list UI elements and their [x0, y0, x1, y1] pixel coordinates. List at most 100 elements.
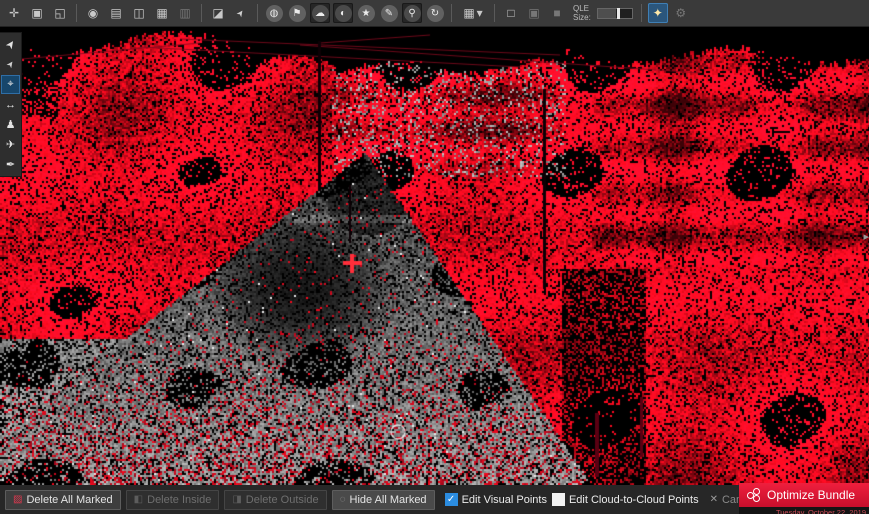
toolbar-separator: [641, 4, 642, 22]
pan-icon: ✛: [9, 6, 19, 20]
paint-select-tool-button[interactable]: ✒: [1, 155, 20, 174]
hide-all-icon: ◌: [340, 495, 346, 505]
edit-visual-points-label: Edit Visual Points: [462, 494, 547, 506]
delete-inside-label: Delete Inside: [147, 494, 211, 506]
edit-cloud-to-cloud-checkbox[interactable]: Edit Cloud-to-Cloud Points: [552, 493, 699, 506]
view-mode-dropdown[interactable]: ▦▾: [458, 3, 488, 23]
zoom-window-button[interactable]: ◱: [50, 3, 70, 23]
edit-visual-points-checkbox[interactable]: ✓ Edit Visual Points: [445, 493, 547, 506]
toolbar-separator: [494, 4, 495, 22]
orbit-icon: ↻: [427, 5, 444, 22]
left-tool-palette: ➤ ➤ ⌖ ↔ ♟ ✈ ✒: [0, 33, 21, 176]
viewport: ➤ ➤ ⌖ ↔ ♟ ✈ ✒ ▸: [0, 27, 869, 485]
cloud-button[interactable]: ☁: [310, 3, 330, 23]
fly-navigation-tool-button[interactable]: ✈: [1, 135, 20, 154]
eraser-cursor-button[interactable]: ➤: [231, 3, 251, 23]
pick-points-tool-button[interactable]: ➤: [1, 55, 20, 74]
eraser-button[interactable]: ◪: [208, 3, 228, 23]
panel-expand-chevron[interactable]: ▸: [863, 232, 869, 243]
point-cloud-editor-window: ✛ ▣ ◱ ◉ ▤ ◫ ▦ ▥ ◪ ➤ ◍ ⚑ ☁ ◐ ★ ✎ ⚲ ↻ ▦▾ □…: [0, 0, 869, 514]
toolbar-separator: [451, 4, 452, 22]
orbit-button[interactable]: ↻: [425, 3, 445, 23]
cube-solid-button[interactable]: ■: [547, 3, 567, 23]
eraser-cursor-icon: ➤: [234, 7, 247, 19]
settings-button[interactable]: ⚙: [671, 3, 691, 23]
fly-plane-icon: ✈: [6, 138, 15, 151]
star-icon: ★: [358, 5, 375, 22]
status-date-text: Tuesday, October 22, 2019: [739, 507, 869, 514]
delete-outside-label: Delete Outside: [246, 494, 319, 506]
globe-icon: ◍: [266, 5, 283, 22]
cancel-x-icon: ✕: [710, 494, 718, 505]
grid-view-button[interactable]: ▦: [152, 3, 172, 23]
camera-icon: ◉: [88, 6, 98, 20]
grid-view-icon: ▦: [156, 6, 167, 20]
distance-icon: ↔: [5, 99, 16, 111]
toolbar-separator: [201, 4, 202, 22]
measure-distance-tool-button[interactable]: ↔: [1, 95, 20, 114]
hide-all-label: Hide All Marked: [350, 494, 427, 506]
cloud-icon: ☁: [312, 5, 329, 22]
tag-button[interactable]: ⚑: [287, 3, 307, 23]
delete-outside-icon: ◨: [232, 495, 241, 505]
point-cloud-canvas[interactable]: [0, 27, 869, 485]
sphere-paint-button[interactable]: ◐: [333, 3, 353, 23]
tag-icon: ⚑: [289, 5, 306, 22]
pick-cursor-icon: ➤: [4, 58, 17, 70]
star-button[interactable]: ★: [356, 3, 376, 23]
chevron-right-icon: ▸: [863, 231, 869, 243]
hide-all-marked-button[interactable]: ◌ Hide All Marked: [332, 490, 435, 510]
caret-down-icon: ▾: [477, 6, 483, 20]
split-view-button[interactable]: ◫: [129, 3, 149, 23]
pin-icon: ⚲: [404, 5, 421, 22]
cube-camera-button[interactable]: ▣: [524, 3, 544, 23]
pencil-button[interactable]: ✎: [379, 3, 399, 23]
cube-wireframe-button[interactable]: □: [501, 3, 521, 23]
optimize-bundle-area: Optimize Bundle Tuesday, October 22, 201…: [739, 483, 869, 514]
eraser-icon: ◪: [212, 6, 223, 20]
gallery-view-button[interactable]: ▥: [175, 3, 195, 23]
optimize-bundle-button[interactable]: Optimize Bundle: [739, 483, 869, 507]
qle-size-slider[interactable]: [597, 8, 633, 19]
toolbar-separator: [257, 4, 258, 22]
delete-all-marked-button[interactable]: ▨ Delete All Marked: [5, 490, 121, 510]
optimize-bundle-label: Optimize Bundle: [767, 488, 855, 502]
cube-solid-icon: ■: [553, 6, 560, 20]
qle-size-label: QLE Size:: [573, 4, 591, 22]
slider-handle[interactable]: [617, 8, 620, 19]
toolbar-separator: [76, 4, 77, 22]
walk-person-icon: ♟: [6, 118, 16, 131]
delete-outside-button[interactable]: ◨ Delete Outside: [224, 490, 326, 510]
image-view-button[interactable]: ▤: [106, 3, 126, 23]
cube-camera-icon: ▣: [528, 6, 539, 20]
select-cursor-tool-button[interactable]: ➤: [1, 35, 20, 54]
move-marker-icon: ⌖: [7, 78, 13, 91]
pin-button[interactable]: ⚲: [402, 3, 422, 23]
slider-fill: [598, 9, 617, 18]
bundle-circles-icon: [747, 488, 761, 502]
camera-button[interactable]: ◉: [83, 3, 103, 23]
split-view-icon: ◫: [133, 6, 144, 20]
zoom-window-icon: ◱: [54, 6, 65, 20]
checkbox-unchecked-icon: [552, 493, 565, 506]
pan-tool-button[interactable]: ✛: [4, 3, 24, 23]
delete-inside-button[interactable]: ◧ Delete Inside: [126, 490, 220, 510]
gallery-view-icon: ▥: [179, 6, 190, 20]
torch-button[interactable]: ✦: [648, 3, 668, 23]
dropdown-box-icon: ▦: [463, 6, 474, 20]
top-toolbar: ✛ ▣ ◱ ◉ ▤ ◫ ▦ ▥ ◪ ➤ ◍ ⚑ ☁ ◐ ★ ✎ ⚲ ↻ ▦▾ □…: [0, 0, 869, 27]
move-marker-tool-button[interactable]: ⌖: [1, 75, 20, 94]
settings-gear-icon: ⚙: [675, 6, 686, 20]
cube-wireframe-icon: □: [507, 6, 514, 20]
walkthrough-tool-button[interactable]: ♟: [1, 115, 20, 134]
delete-all-label: Delete All Marked: [26, 494, 112, 506]
torch-icon: ✦: [653, 6, 663, 20]
edit-cloud-to-cloud-label: Edit Cloud-to-Cloud Points: [569, 494, 699, 506]
checkbox-checked-icon: ✓: [445, 493, 458, 506]
brush-icon: ✒: [6, 158, 15, 171]
screen-select-button[interactable]: ▣: [27, 3, 47, 23]
globe-button[interactable]: ◍: [264, 3, 284, 23]
cursor-icon: ➤: [3, 37, 19, 52]
delete-inside-icon: ◧: [134, 495, 143, 505]
pencil-icon: ✎: [381, 5, 398, 22]
